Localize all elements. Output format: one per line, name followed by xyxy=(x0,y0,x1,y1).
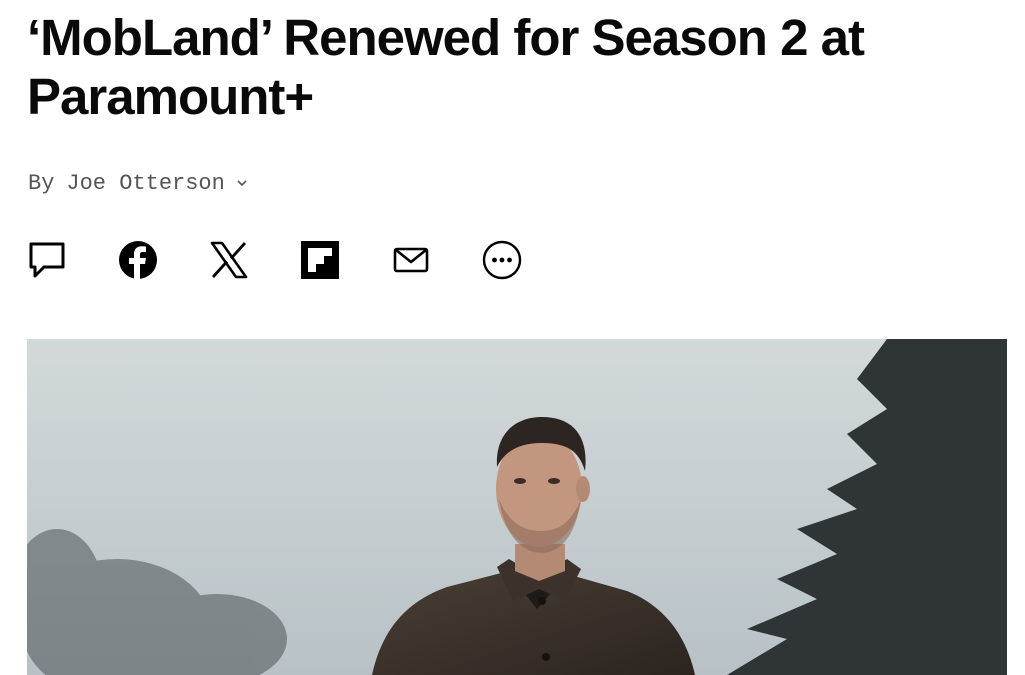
comment-icon xyxy=(29,242,65,278)
x-share-button[interactable] xyxy=(206,237,252,283)
byline: By Joe Otterson xyxy=(28,168,249,198)
more-icon xyxy=(482,240,522,280)
hero-photo xyxy=(27,339,1007,675)
author-link[interactable]: Joe Otterson xyxy=(66,171,224,196)
chevron-down-icon[interactable] xyxy=(235,176,249,190)
comment-button[interactable] xyxy=(24,237,70,283)
email-icon xyxy=(393,247,429,273)
hero-image xyxy=(27,339,1007,675)
byline-prefix: By xyxy=(28,170,55,196)
share-toolbar xyxy=(24,237,570,283)
x-icon xyxy=(210,241,248,279)
facebook-share-button[interactable] xyxy=(115,237,161,283)
email-share-button[interactable] xyxy=(388,237,434,283)
facebook-icon xyxy=(119,241,157,279)
flipboard-icon xyxy=(301,241,339,279)
article-title: ‘MobLand’ Renewed for Season 2 at Paramo… xyxy=(27,9,865,125)
more-options-button[interactable] xyxy=(479,237,525,283)
flipboard-share-button[interactable] xyxy=(297,237,343,283)
